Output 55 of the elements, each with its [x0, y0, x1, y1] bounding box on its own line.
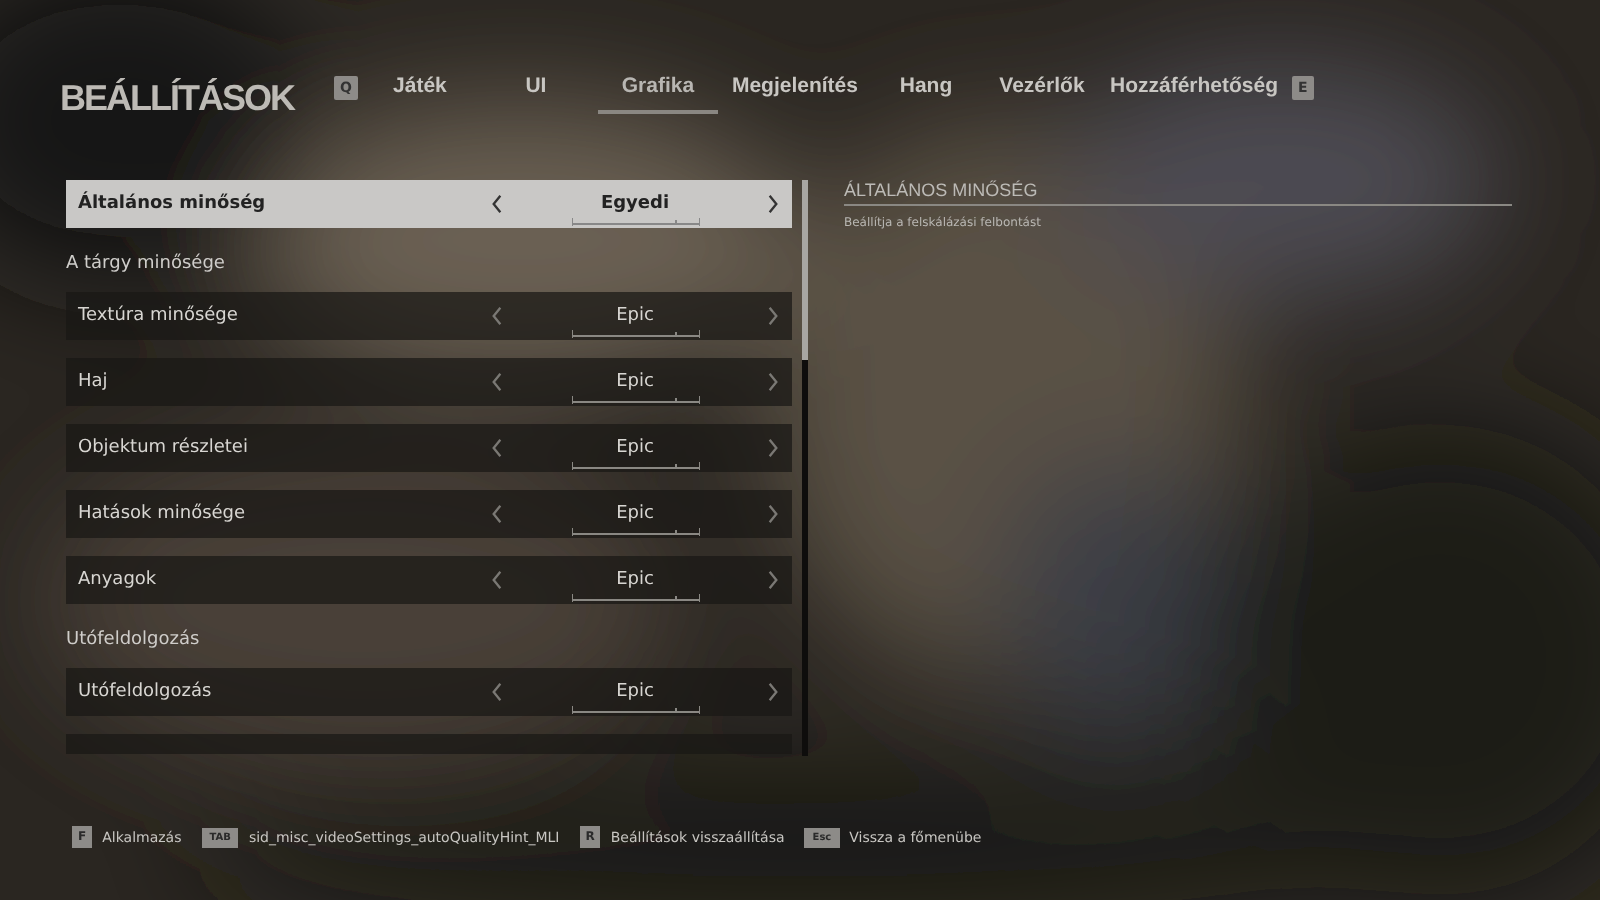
chevron-left-icon[interactable]: [490, 194, 504, 214]
setting-label: Textúra minősége: [78, 306, 240, 326]
chevron-right-icon[interactable]: [766, 194, 780, 214]
chevron-right-icon[interactable]: [766, 570, 780, 590]
setting-label: Utófeldolgozás: [78, 682, 214, 702]
tab[interactable]: Hang: [871, 62, 980, 114]
scrollbar[interactable]: [802, 180, 808, 756]
value-indicator-icon: [571, 330, 699, 338]
setting-value: Epic: [616, 504, 654, 524]
setting-row[interactable]: Utófeldolgozás Epic: [66, 668, 792, 716]
setting-label: Haj: [78, 372, 110, 392]
setting-row[interactable]: Hatások minősége Epic: [66, 490, 792, 538]
section-heading: Utófeldolgozás: [66, 627, 202, 650]
chevron-right-icon[interactable]: [766, 306, 780, 326]
chevron-left-icon[interactable]: [490, 682, 504, 702]
chevron-left-icon[interactable]: [490, 504, 504, 524]
value-indicator-icon: [571, 462, 699, 470]
chevron-left-icon[interactable]: [490, 438, 504, 458]
setting-value: Epic: [616, 306, 654, 326]
setting-label: Anyagok: [78, 570, 159, 590]
chevron-left-icon[interactable]: [490, 570, 504, 590]
value-indicator-icon: [571, 706, 699, 714]
setting-row[interactable]: Textúra minősége Epic: [66, 292, 792, 340]
setting-value: Epic: [616, 682, 654, 702]
setting-label: Objektum részletei: [78, 438, 250, 458]
setting-label: Hatások minősége: [78, 504, 248, 524]
chevron-left-icon[interactable]: [490, 306, 504, 326]
chevron-right-icon[interactable]: [766, 372, 780, 392]
tab[interactable]: UI: [481, 62, 590, 114]
value-indicator-icon: [571, 396, 699, 404]
section-heading: A tárgy minősége: [66, 251, 227, 274]
setting-row[interactable]: Általános minőség Egyedi: [66, 180, 792, 228]
value-indicator-icon: [571, 594, 699, 602]
tab[interactable]: Hozzáférhetőség: [1103, 62, 1284, 114]
tab[interactable]: Grafika: [597, 62, 718, 114]
setting-value: Epic: [616, 372, 654, 392]
setting-label: Általános minőség: [78, 194, 268, 214]
page-title: BEÁLLÍTÁSOK: [60, 76, 294, 122]
value-indicator-icon: [571, 218, 699, 226]
chevron-right-icon[interactable]: [766, 682, 780, 702]
chevron-left-icon[interactable]: [490, 372, 504, 392]
setting-row[interactable]: Anyagok Epic: [66, 556, 792, 604]
chevron-right-icon[interactable]: [766, 504, 780, 524]
setting-value: Epic: [616, 438, 654, 458]
setting-row[interactable]: Haj Epic: [66, 358, 792, 406]
scrollbar-thumb[interactable]: [802, 180, 808, 360]
chevron-right-icon[interactable]: [766, 438, 780, 458]
detail-heading: ÁLTALÁNOS MINŐSÉG: [844, 180, 1512, 206]
tab[interactable]: Megjelenítés: [725, 62, 864, 114]
setting-value: Epic: [616, 570, 654, 590]
value-indicator-icon: [571, 528, 699, 536]
tab[interactable]: Játék: [365, 62, 474, 114]
tab[interactable]: Vezérlők: [987, 62, 1096, 114]
setting-row[interactable]: Objektum részletei Epic: [66, 424, 792, 472]
setting-value: Egyedi: [600, 194, 670, 214]
